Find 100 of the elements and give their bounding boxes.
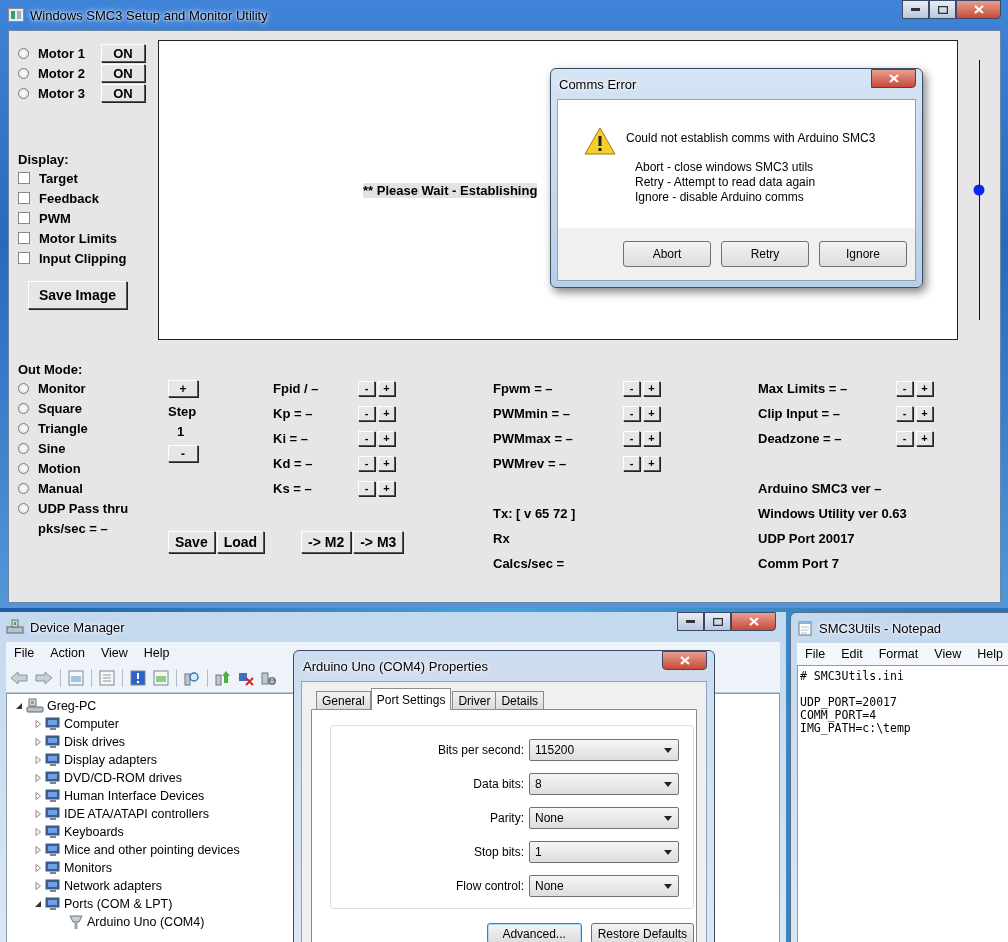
uninstall-icon[interactable] xyxy=(238,670,254,686)
tree-item[interactable]: Arduino Uno (COM4) xyxy=(87,915,205,929)
file-button[interactable]: Save xyxy=(168,531,215,553)
decrease-button[interactable]: - xyxy=(896,381,913,396)
combo-box[interactable]: 8 xyxy=(529,773,679,795)
checkbox[interactable] xyxy=(18,252,30,264)
tree-item[interactable]: Network adapters xyxy=(64,879,162,893)
checkbox[interactable] xyxy=(18,212,30,224)
increase-button[interactable]: + xyxy=(643,431,660,446)
tree-item[interactable]: Greg-PC xyxy=(47,699,97,713)
close-button[interactable] xyxy=(871,69,916,88)
radio-button[interactable] xyxy=(18,482,29,494)
increase-button[interactable]: + xyxy=(916,431,933,446)
increase-button[interactable]: + xyxy=(643,381,660,396)
disable-icon[interactable] xyxy=(261,670,277,686)
increase-button[interactable]: + xyxy=(378,406,395,421)
menu-item[interactable]: File xyxy=(6,646,43,660)
close-button[interactable] xyxy=(662,651,707,670)
decrease-button[interactable]: - xyxy=(623,456,640,471)
checkbox[interactable] xyxy=(18,192,30,204)
decrease-button[interactable]: - xyxy=(168,445,198,462)
combo-box[interactable]: 1 xyxy=(529,841,679,863)
radio-button[interactable] xyxy=(18,47,29,59)
expanded-arrow-icon[interactable] xyxy=(15,702,23,710)
tree-item[interactable]: Display adapters xyxy=(64,753,158,767)
collapsed-arrow-icon[interactable] xyxy=(34,846,42,854)
dialog-button[interactable]: Advanced... xyxy=(486,923,582,942)
decrease-button[interactable]: - xyxy=(358,431,375,446)
collapsed-arrow-icon[interactable] xyxy=(34,738,42,746)
on-button[interactable]: ON xyxy=(101,64,145,82)
expanded-arrow-icon[interactable] xyxy=(34,900,42,908)
menu-item[interactable]: Help xyxy=(969,647,1008,661)
decrease-button[interactable]: - xyxy=(358,456,375,471)
increase-button[interactable]: + xyxy=(916,381,933,396)
menu-item[interactable]: Edit xyxy=(833,647,871,661)
radio-button[interactable] xyxy=(18,382,29,394)
tab[interactable]: Port Settings xyxy=(370,688,452,710)
menu-item[interactable]: View xyxy=(92,646,136,660)
decrease-button[interactable]: - xyxy=(623,406,640,421)
save-image-button[interactable]: Save Image xyxy=(28,281,127,309)
increase-button[interactable]: + xyxy=(168,380,198,397)
radio-button[interactable] xyxy=(18,422,29,434)
tab[interactable]: General xyxy=(316,691,371,710)
maximize-button[interactable] xyxy=(929,0,956,19)
tree-item[interactable]: Monitors xyxy=(64,861,112,875)
collapsed-arrow-icon[interactable] xyxy=(34,864,42,872)
dialog-button[interactable]: Retry xyxy=(721,241,809,267)
collapsed-arrow-icon[interactable] xyxy=(34,828,42,836)
maximize-button[interactable] xyxy=(704,612,731,631)
combo-box[interactable]: 115200 xyxy=(529,739,679,761)
decrease-button[interactable]: - xyxy=(358,381,375,396)
dialog-button[interactable]: Ignore xyxy=(819,241,907,267)
increase-button[interactable]: + xyxy=(378,481,395,496)
forward-icon[interactable] xyxy=(35,671,53,685)
menu-item[interactable]: File xyxy=(797,647,834,661)
tree-item[interactable]: IDE ATA/ATAPI controllers xyxy=(64,807,209,821)
tree-item[interactable]: Keyboards xyxy=(64,825,124,839)
collapsed-arrow-icon[interactable] xyxy=(34,720,42,728)
copy-button[interactable]: -> M3 xyxy=(353,531,404,553)
increase-button[interactable]: + xyxy=(378,431,395,446)
tree-item[interactable]: Mice and other pointing devices xyxy=(64,843,240,857)
decrease-button[interactable]: - xyxy=(623,381,640,396)
tree-item[interactable]: Human Interface Devices xyxy=(64,789,205,803)
dialog-button[interactable]: Restore Defaults xyxy=(590,923,694,942)
minimize-button[interactable] xyxy=(902,0,929,19)
radio-button[interactable] xyxy=(18,462,29,474)
checkbox[interactable] xyxy=(18,172,30,184)
update-icon[interactable] xyxy=(215,670,231,686)
back-icon[interactable] xyxy=(10,671,28,685)
radio-button[interactable] xyxy=(18,67,29,79)
on-button[interactable]: ON xyxy=(101,84,145,102)
increase-button[interactable]: + xyxy=(378,456,395,471)
radio-button[interactable] xyxy=(18,442,29,454)
radio-button[interactable] xyxy=(18,87,29,99)
minimize-button[interactable] xyxy=(677,612,704,631)
file-button[interactable]: Load xyxy=(216,531,265,553)
tree-item[interactable]: Ports (COM & LPT) xyxy=(64,897,173,911)
menu-item[interactable]: Action xyxy=(42,646,93,660)
collapsed-arrow-icon[interactable] xyxy=(34,792,42,800)
menu-item[interactable]: Format xyxy=(870,647,927,661)
decrease-button[interactable]: - xyxy=(623,431,640,446)
scan-icon[interactable] xyxy=(184,670,200,686)
tree-item[interactable]: Computer xyxy=(64,717,119,731)
increase-button[interactable]: + xyxy=(378,381,395,396)
combo-box[interactable]: None xyxy=(529,807,679,829)
checkbox[interactable] xyxy=(18,232,30,244)
collapsed-arrow-icon[interactable] xyxy=(34,810,42,818)
radio-button[interactable] xyxy=(18,402,29,414)
close-button[interactable] xyxy=(731,612,776,631)
menu-item[interactable]: View xyxy=(926,647,970,661)
tree-item[interactable]: Disk drives xyxy=(64,735,126,749)
copy-button[interactable]: -> M2 xyxy=(301,531,352,553)
tree-item[interactable]: DVD/CD-ROM drives xyxy=(64,771,183,785)
increase-button[interactable]: + xyxy=(916,406,933,421)
increase-button[interactable]: + xyxy=(643,406,660,421)
menu-item[interactable]: Help xyxy=(135,646,178,660)
decrease-button[interactable]: - xyxy=(358,406,375,421)
on-button[interactable]: ON xyxy=(101,44,145,62)
collapsed-arrow-icon[interactable] xyxy=(34,882,42,890)
decrease-button[interactable]: - xyxy=(358,481,375,496)
